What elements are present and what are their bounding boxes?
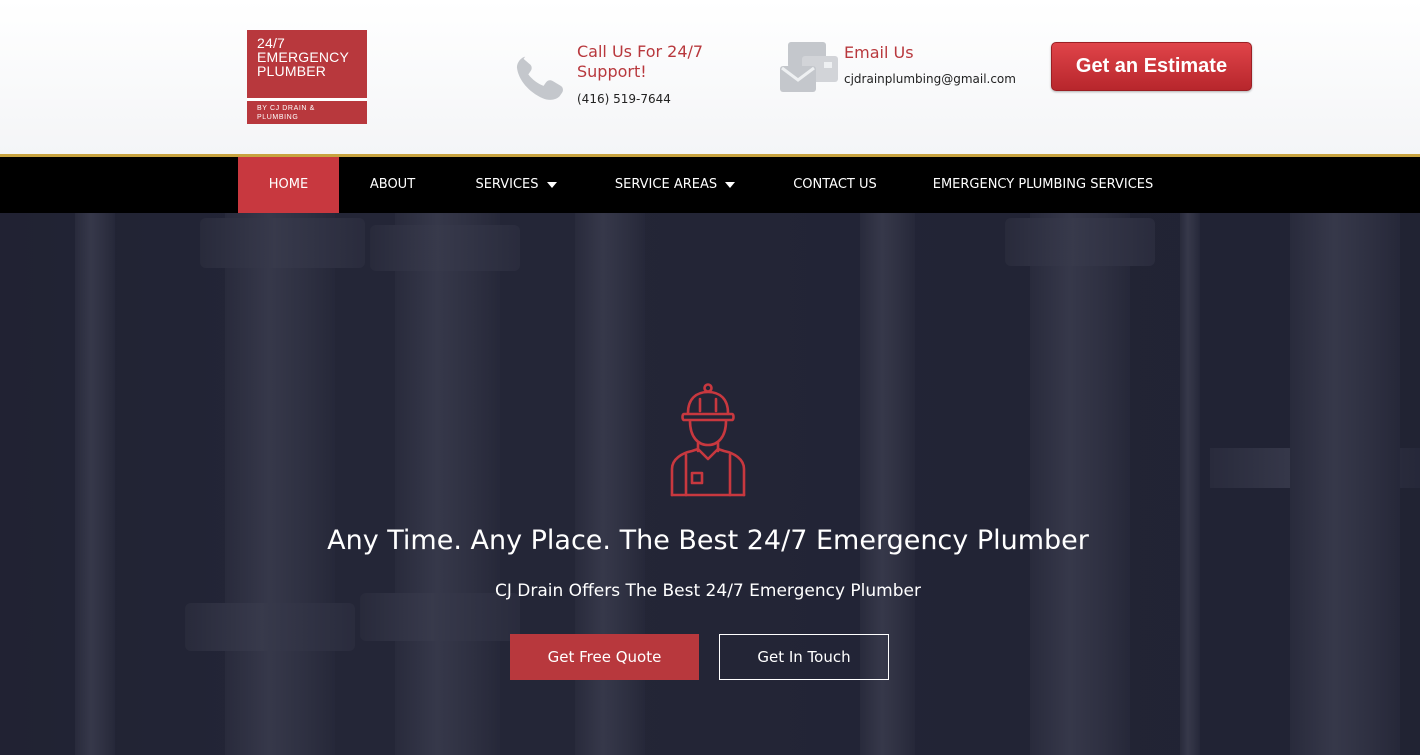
phone-number[interactable]: (416) 519-7644 <box>577 92 671 106</box>
nav-item-home[interactable]: HOME <box>238 157 339 213</box>
hero-title: Any Time. Any Place. The Best 24/7 Emerg… <box>327 525 1089 556</box>
nav-label: CONTACT US <box>793 177 877 192</box>
phone-title: Call Us For 24/7 Support! <box>577 42 704 81</box>
main-nav: HOME ABOUT SERVICES SERVICE AREAS CONTAC… <box>0 154 1420 213</box>
hero-section: Any Time. Any Place. The Best 24/7 Emerg… <box>0 213 1420 755</box>
nav-label: SERVICE AREAS <box>614 177 718 192</box>
get-in-touch-button[interactable]: Get In Touch <box>719 634 889 680</box>
logo-subtitle: BY CJ DRAIN & PLUMBING <box>257 105 315 121</box>
nav-label: EMERGENCY PLUMBING SERVICES <box>932 177 1154 192</box>
logo-title: 24/7 EMERGENCY PLUMBER <box>257 35 350 79</box>
nav-item-service-areas[interactable]: SERVICE AREAS <box>600 157 750 213</box>
hero-subtitle: CJ Drain Offers The Best 24/7 Emergency … <box>495 581 921 601</box>
nav-item-emergency-services[interactable]: EMERGENCY PLUMBING SERVICES <box>920 157 1166 213</box>
site-logo[interactable]: 24/7 EMERGENCY PLUMBER BY CJ DRAIN & PLUMBI… <box>247 30 367 124</box>
get-free-quote-button[interactable]: Get Free Quote <box>510 634 699 680</box>
email-contact[interactable]: Email Us cjdrainplumbing@gmail.com <box>780 42 1020 97</box>
nav-item-contact[interactable]: CONTACT US <box>780 157 890 213</box>
nav-label: HOME <box>268 177 309 192</box>
chevron-down-icon <box>546 181 557 188</box>
get-estimate-button[interactable]: Get an Estimate <box>1051 42 1252 91</box>
phone-icon <box>516 56 563 100</box>
email-title: Email Us <box>844 43 914 62</box>
logo-divider <box>247 98 367 101</box>
nav-item-services[interactable]: SERVICES <box>460 157 572 213</box>
nav-label: SERVICES <box>475 177 539 192</box>
site-header: 24/7 EMERGENCY PLUMBER BY CJ DRAIN & PLUMBI… <box>0 0 1420 155</box>
chevron-down-icon <box>725 181 736 188</box>
email-icon <box>780 42 838 92</box>
plumber-worker-icon <box>670 383 746 497</box>
email-address[interactable]: cjdrainplumbing@gmail.com <box>844 72 1016 86</box>
phone-contact[interactable]: Call Us For 24/7 Support! (416) 519-7644 <box>515 42 715 112</box>
nav-item-about[interactable]: ABOUT <box>350 157 435 213</box>
nav-label: ABOUT <box>369 177 416 192</box>
